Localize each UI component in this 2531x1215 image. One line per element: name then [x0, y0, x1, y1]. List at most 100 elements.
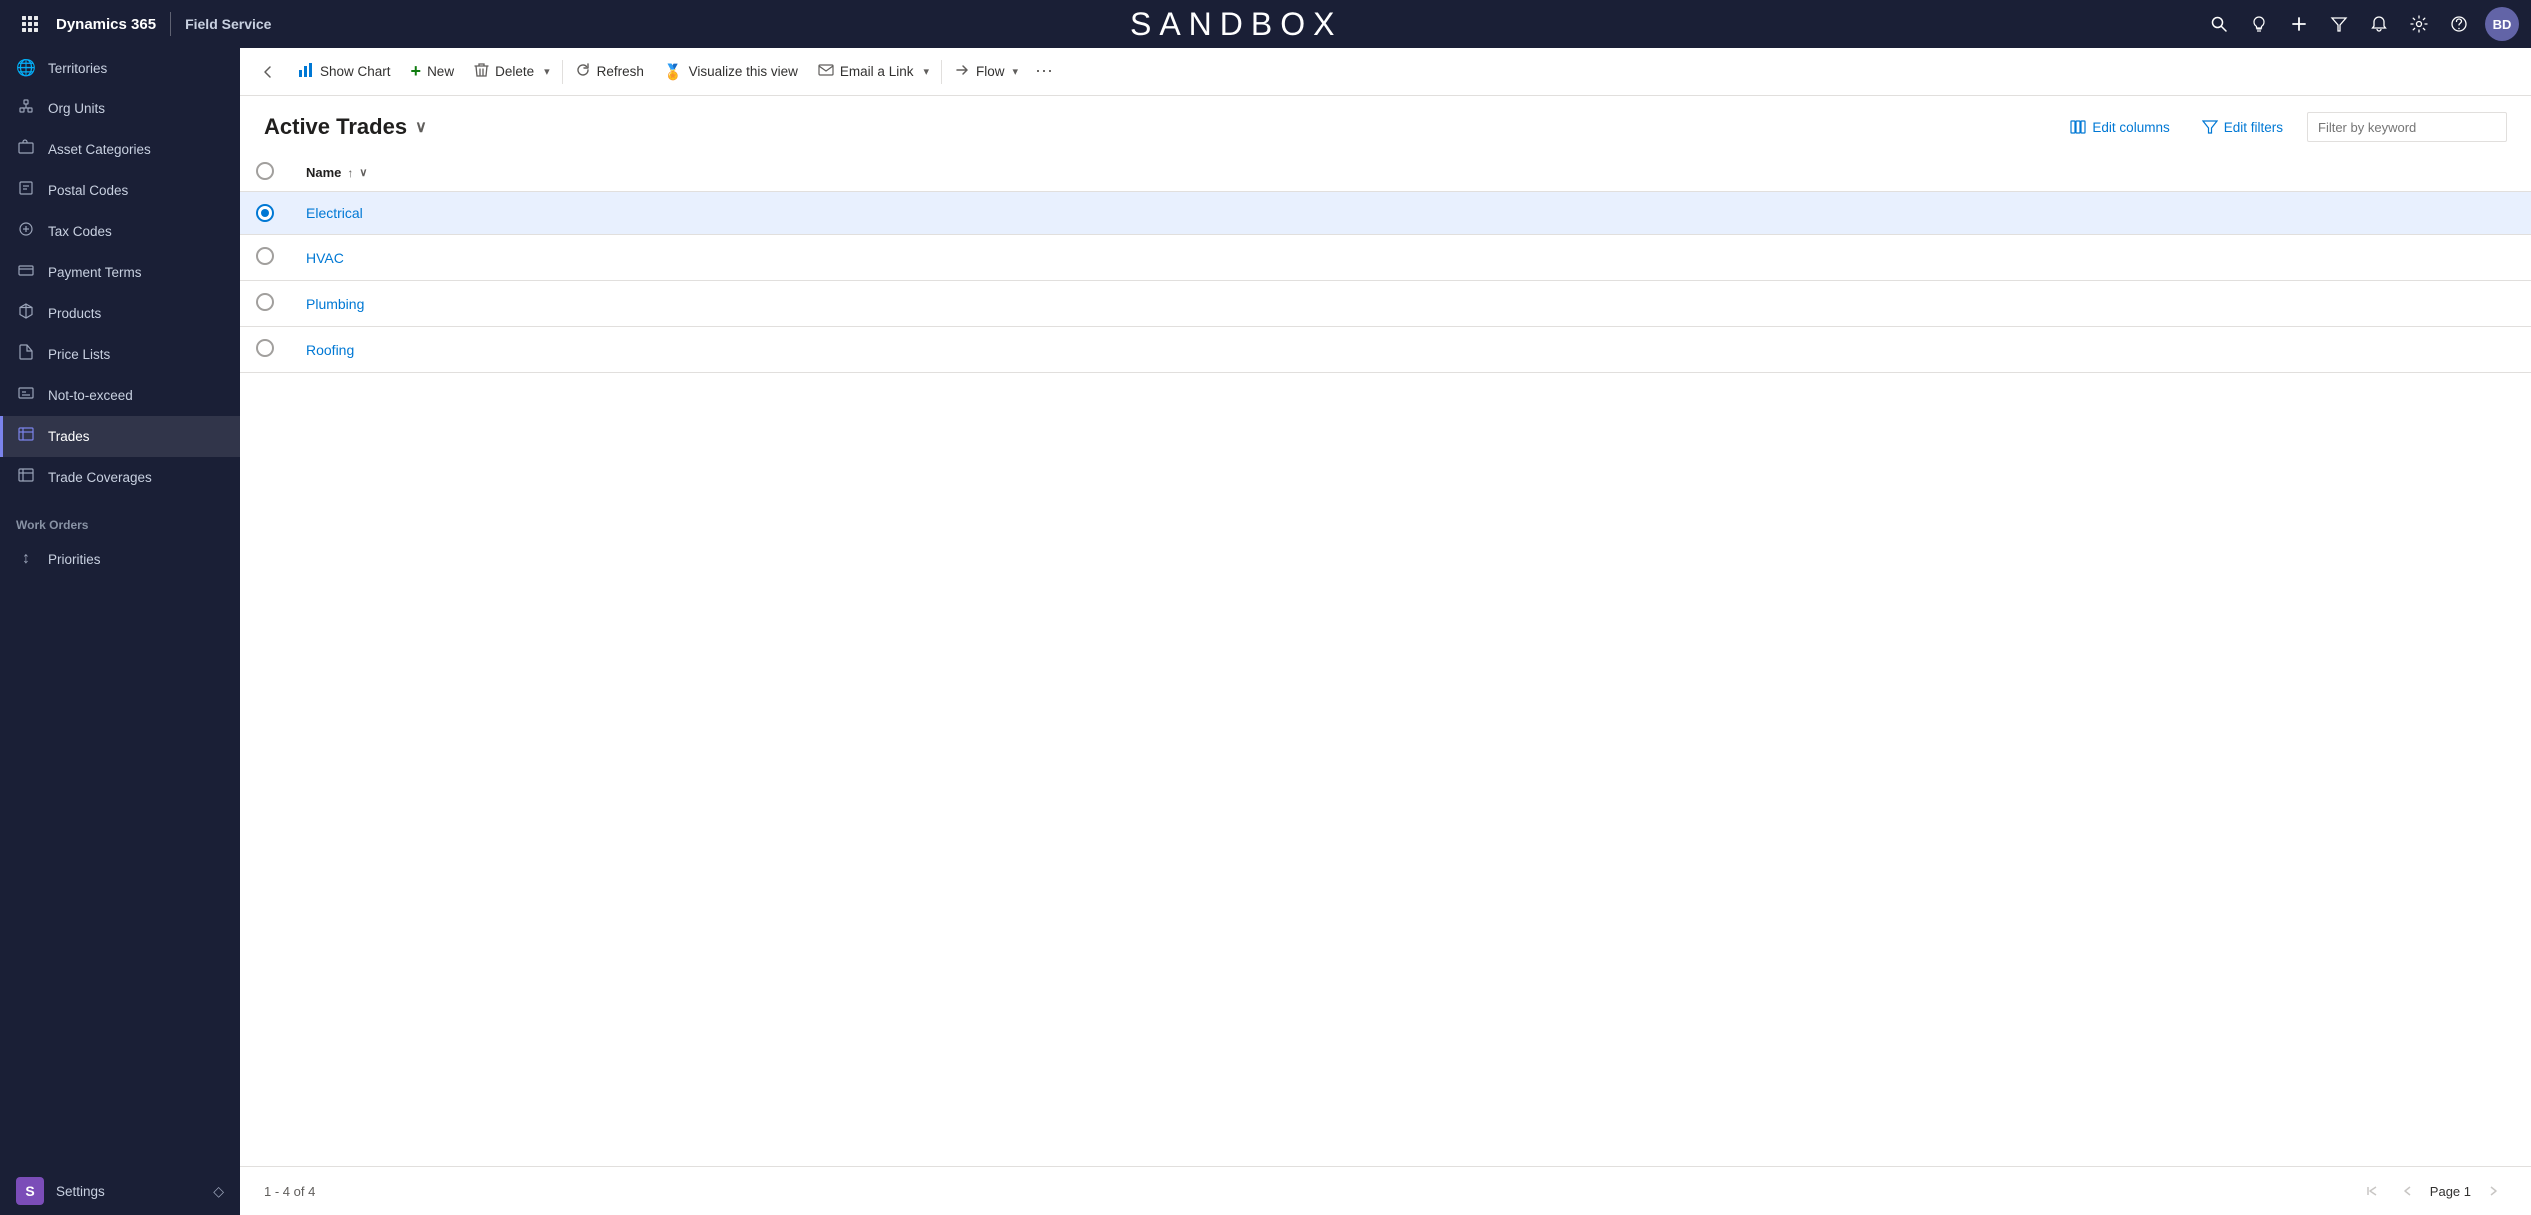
flow-icon [954, 62, 970, 82]
sidebar-item-asset-categories[interactable]: Asset Categories [0, 129, 240, 170]
commandbar: Show Chart + New Delete ▾ Refresh [240, 48, 2531, 96]
table-header-row: Name ↑ ∨ [240, 154, 2531, 192]
sidebar-item-label: Asset Categories [48, 142, 151, 157]
sidebar-item-label: Not-to-exceed [48, 388, 133, 403]
sidebar-item-trades[interactable]: Trades [0, 416, 240, 457]
sort-asc-icon[interactable]: ↑ [347, 166, 353, 180]
filter-icon[interactable] [2321, 6, 2357, 42]
prev-page-button[interactable] [2394, 1177, 2422, 1205]
settings-icon[interactable] [2401, 6, 2437, 42]
delete-dropdown-arrow: ▾ [544, 65, 550, 78]
sidebar-item-org-units[interactable]: Org Units [0, 88, 240, 129]
brand-divider [170, 12, 171, 36]
grid-menu-icon[interactable] [12, 6, 48, 42]
new-button[interactable]: + New [401, 55, 465, 88]
view-title-container[interactable]: Active Trades ∨ [264, 114, 427, 140]
row-select-cell [240, 327, 290, 373]
sidebar-item-payment-terms[interactable]: Payment Terms [0, 252, 240, 293]
delete-icon [474, 62, 489, 82]
new-icon: + [411, 61, 422, 82]
sidebar-item-tax-codes[interactable]: Tax Codes [0, 211, 240, 252]
sidebar-item-label: Products [48, 306, 101, 321]
view-header: Active Trades ∨ Edit columns Edit filter… [240, 96, 2531, 154]
asset-categories-icon [16, 139, 36, 160]
sidebar-item-postal-codes[interactable]: Postal Codes [0, 170, 240, 211]
help-icon[interactable] [2441, 6, 2477, 42]
sidebar-item-priorities[interactable]: ↕ Priorities [0, 540, 240, 578]
keyword-filter-input[interactable] [2307, 112, 2507, 142]
visualize-icon: 🏅 [664, 63, 683, 81]
delete-dropdown[interactable]: ▾ [544, 59, 560, 84]
record-link[interactable]: Plumbing [306, 296, 364, 312]
topbar-center: SANDBOX [271, 6, 2201, 43]
refresh-button[interactable]: Refresh [565, 56, 654, 88]
view-title-dropdown-icon: ∨ [415, 117, 427, 137]
brand-name[interactable]: Dynamics 365 [56, 16, 156, 33]
row-name-cell: HVAC [290, 235, 2531, 281]
user-avatar[interactable]: BD [2485, 7, 2519, 41]
sidebar-item-trade-coverages[interactable]: Trade Coverages [0, 457, 240, 498]
table-row[interactable]: HVAC [240, 235, 2531, 281]
first-page-button[interactable] [2358, 1177, 2386, 1205]
table-row[interactable]: Roofing [240, 327, 2531, 373]
edit-columns-button[interactable]: Edit columns [2062, 115, 2177, 139]
row-select-cell [240, 192, 290, 235]
table-row[interactable]: Electrical [240, 192, 2531, 235]
trades-table: Name ↑ ∨ Electrical [240, 154, 2531, 373]
lightbulb-icon[interactable] [2241, 6, 2277, 42]
brand: Dynamics 365 Field Service [56, 12, 271, 36]
show-chart-button[interactable]: Show Chart [288, 56, 401, 88]
sidebar-item-price-lists[interactable]: Price Lists [0, 334, 240, 375]
delete-button[interactable]: Delete [464, 56, 544, 88]
tax-codes-icon [16, 221, 36, 242]
record-count: 1 - 4 of 4 [264, 1184, 315, 1199]
select-all-checkbox[interactable] [256, 162, 274, 180]
view-controls: Edit columns Edit filters [2062, 112, 2507, 142]
edit-columns-label: Edit columns [2092, 120, 2169, 135]
sidebar-item-label: Territories [48, 61, 107, 76]
record-link[interactable]: Roofing [306, 342, 354, 358]
view-title: Active Trades [264, 114, 407, 140]
module-name[interactable]: Field Service [185, 16, 271, 32]
row-name-cell: Electrical [290, 192, 2531, 235]
table-row[interactable]: Plumbing [240, 281, 2531, 327]
edit-filters-button[interactable]: Edit filters [2194, 115, 2291, 139]
price-lists-icon [16, 344, 36, 365]
delete-label: Delete [495, 64, 534, 79]
back-button[interactable] [252, 56, 284, 88]
sidebar-item-products[interactable]: Products [0, 293, 240, 334]
row-radio[interactable] [256, 339, 274, 357]
flow-button[interactable]: Flow ▾ [944, 56, 1028, 88]
sidebar-item-label: Tax Codes [48, 224, 112, 239]
search-icon[interactable] [2201, 6, 2237, 42]
postal-codes-icon [16, 180, 36, 201]
row-radio[interactable] [256, 293, 274, 311]
name-col-label: Name [306, 165, 341, 180]
row-select-cell [240, 235, 290, 281]
bell-icon[interactable] [2361, 6, 2397, 42]
row-radio[interactable] [256, 204, 274, 222]
sidebar-item-not-to-exceed[interactable]: Not-to-exceed [0, 375, 240, 416]
settings-chevron-icon: ◇ [213, 1183, 224, 1200]
sidebar-item-label: Trades [48, 429, 90, 444]
next-page-button[interactable] [2479, 1177, 2507, 1205]
email-link-button[interactable]: Email a Link [808, 56, 924, 88]
name-col-header: Name ↑ ∨ [290, 154, 2531, 192]
name-sort-dropdown[interactable]: ∨ [359, 166, 367, 179]
refresh-label: Refresh [597, 64, 644, 79]
more-options-button[interactable]: ⋯ [1028, 56, 1060, 88]
products-icon [16, 303, 36, 324]
record-link[interactable]: HVAC [306, 250, 344, 266]
page-label: Page 1 [2430, 1184, 2471, 1199]
org-units-icon [16, 98, 36, 119]
add-icon[interactable] [2281, 6, 2317, 42]
sidebar-item-territories[interactable]: 🌐 Territories [0, 48, 240, 88]
main-layout: 🌐 Territories Org Units Asset Categories… [0, 48, 2531, 1215]
row-radio[interactable] [256, 247, 274, 265]
settings-bottom-item[interactable]: S Settings ◇ [0, 1167, 240, 1215]
record-link[interactable]: Electrical [306, 205, 363, 221]
email-dropdown[interactable]: ▾ [923, 59, 939, 84]
visualize-button[interactable]: 🏅 Visualize this view [654, 57, 808, 87]
separator-2 [941, 60, 942, 84]
settings-label: Settings [56, 1184, 105, 1199]
